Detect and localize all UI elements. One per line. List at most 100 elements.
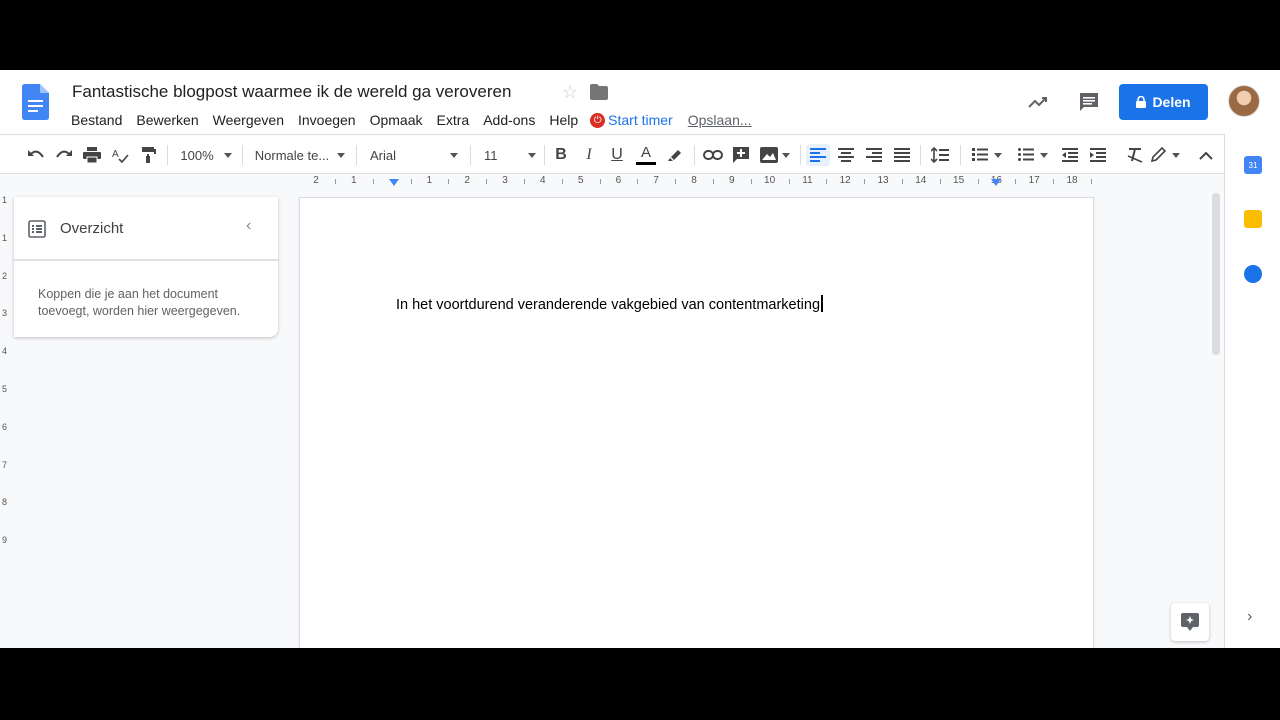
letterbox-top — [0, 0, 1280, 70]
menu-bestand[interactable]: Bestand — [64, 112, 129, 128]
comment-icon[interactable] — [1077, 90, 1101, 114]
chevron-down-icon — [994, 152, 1002, 158]
menu-extra[interactable]: Extra — [430, 112, 477, 128]
chevron-down-icon — [223, 152, 232, 158]
ruler-label: 10 — [764, 175, 776, 186]
zoom-select[interactable]: 100% — [176, 144, 236, 166]
ruler-tick — [372, 179, 374, 184]
menu-weergeven[interactable]: Weergeven — [206, 112, 291, 128]
vertical-ruler[interactable]: 1 1 2 3 4 5 6 7 8 9 — [0, 190, 14, 648]
document-page[interactable]: In het voortdurend veranderende vakgebie… — [299, 197, 1094, 648]
collapse-menus-icon[interactable] — [1195, 144, 1217, 166]
toolbar-divider — [167, 145, 168, 165]
toolbar-divider — [356, 145, 357, 165]
menu-opmaak[interactable]: Opmaak — [363, 112, 430, 128]
menu-add-ons[interactable]: Add-ons — [476, 112, 542, 128]
decrease-indent-icon[interactable] — [1059, 144, 1081, 166]
vertical-ruler-label: 1 — [2, 232, 8, 243]
avatar[interactable] — [1228, 85, 1260, 117]
font-select[interactable]: Arial — [366, 144, 462, 166]
spellcheck-icon[interactable]: A — [109, 144, 131, 166]
vertical-scrollbar[interactable] — [1212, 193, 1220, 355]
ruler-tick — [410, 179, 412, 184]
redo-icon[interactable] — [53, 144, 75, 166]
chevron-right-icon[interactable]: › — [1247, 608, 1252, 626]
ruler-label: 1 — [426, 175, 433, 186]
menu-help[interactable]: Help — [542, 112, 585, 128]
bold-icon[interactable]: B — [550, 144, 572, 166]
ruler-tick — [599, 179, 601, 184]
paint-format-icon[interactable] — [137, 144, 159, 166]
menu-invoegen[interactable]: Invoegen — [291, 112, 363, 128]
vertical-ruler-label: 3 — [2, 308, 8, 319]
editing-mode-button[interactable] — [1146, 144, 1184, 166]
insert-image-button[interactable] — [758, 144, 792, 166]
text-color-icon[interactable]: A — [634, 144, 658, 166]
chevron-left-icon[interactable]: ‹ — [246, 217, 251, 235]
ruler-label: 3 — [502, 175, 508, 186]
docs-app: Fantastische blogpost waarmee ik de were… — [0, 70, 1280, 648]
ruler-label: 18 — [1066, 175, 1078, 186]
pencil-icon — [1150, 147, 1166, 163]
toolbar-divider — [920, 145, 921, 165]
increase-indent-icon[interactable] — [1087, 144, 1109, 166]
left-indent-marker[interactable] — [389, 179, 399, 186]
italic-icon[interactable]: I — [578, 144, 600, 166]
align-center-icon[interactable] — [835, 144, 857, 166]
tasks-icon[interactable] — [1244, 265, 1262, 283]
align-right-icon[interactable] — [863, 144, 885, 166]
share-button[interactable]: Delen — [1119, 84, 1208, 120]
numbered-list-button[interactable] — [968, 144, 1006, 166]
calendar-icon[interactable]: 31 — [1244, 156, 1262, 174]
horizontal-ruler[interactable]: 2 1 1 2 3 4 5 6 7 8 9 10 11 12 13 14 15 16 17 18 — [298, 175, 1096, 189]
timer-label: Start timer — [608, 112, 673, 128]
docs-logo-icon[interactable] — [22, 84, 49, 120]
toolbar-divider — [694, 145, 695, 165]
start-timer-button[interactable]: ⏻ Start timer — [590, 112, 673, 128]
bulleted-list-button[interactable] — [1014, 144, 1052, 166]
ruler-label: 4 — [540, 175, 546, 186]
clear-formatting-icon[interactable] — [1124, 144, 1146, 166]
right-indent-marker[interactable] — [991, 179, 1001, 186]
ruler-tick — [561, 179, 563, 184]
star-icon[interactable]: ☆ — [562, 82, 578, 103]
menubar: Bestand Bewerken Weergeven Invoegen Opma… — [64, 110, 752, 130]
explore-icon — [1181, 613, 1199, 631]
keep-icon[interactable] — [1244, 210, 1262, 228]
add-comment-icon[interactable] — [730, 144, 752, 166]
font-size-select[interactable]: 11 — [480, 144, 540, 166]
line-spacing-icon[interactable] — [928, 144, 952, 166]
underline-icon[interactable]: U — [606, 144, 628, 166]
menu-bewerken[interactable]: Bewerken — [129, 112, 205, 128]
activity-trend-icon[interactable] — [1026, 90, 1050, 114]
document-title[interactable]: Fantastische blogpost waarmee ik de were… — [72, 82, 511, 102]
chevron-down-icon — [1040, 152, 1048, 158]
save-status[interactable]: Opslaan... — [688, 112, 752, 128]
ruler-label: 12 — [839, 175, 851, 186]
ruler-label: 6 — [615, 175, 622, 186]
chevron-down-icon — [450, 152, 458, 158]
calendar-date: 31 — [1248, 160, 1258, 170]
zoom-value: 100% — [180, 147, 214, 163]
vertical-ruler-label: 1 — [2, 195, 8, 205]
align-left-icon[interactable] — [806, 144, 830, 166]
share-label: Delen — [1152, 94, 1191, 110]
ruler-tick — [939, 179, 941, 184]
ruler-label: 2 — [464, 175, 470, 186]
ruler-label: 17 — [1028, 175, 1040, 186]
document-body-text[interactable]: In het voortdurend veranderende vakgebie… — [396, 295, 823, 313]
explore-button[interactable] — [1171, 603, 1209, 641]
vertical-ruler-label: 4 — [2, 346, 8, 357]
ruler-tick — [334, 179, 336, 184]
print-icon[interactable] — [81, 144, 103, 166]
undo-icon[interactable] — [25, 144, 47, 166]
side-panel: 31 › — [1224, 134, 1280, 648]
outline-title: Overzicht — [60, 220, 124, 237]
highlight-icon[interactable] — [664, 144, 686, 166]
paragraph-style-select[interactable]: Normale te... — [252, 144, 348, 166]
align-justify-icon[interactable] — [891, 144, 913, 166]
folder-icon[interactable] — [590, 84, 608, 100]
font-value: Arial — [370, 147, 397, 163]
ruler-label: 5 — [577, 175, 584, 186]
link-icon[interactable] — [702, 144, 724, 166]
